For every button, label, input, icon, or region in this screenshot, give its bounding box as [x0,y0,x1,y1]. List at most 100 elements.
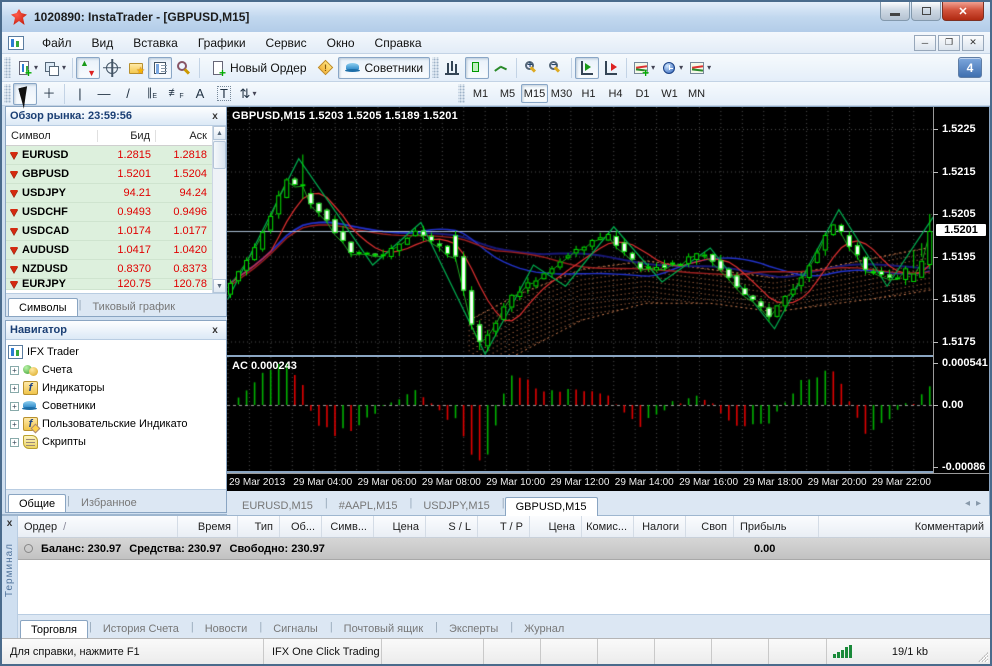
terminal-close-icon[interactable]: x [7,518,13,529]
tree-item-indicators[interactable]: + Индикаторы [8,379,224,397]
expand-icon[interactable]: + [10,365,19,375]
timeframe-button-m15[interactable]: M15 [521,84,548,103]
terminal-column-2[interactable]: Тип [238,516,280,537]
new-chart-button[interactable]: + ▾ [13,57,41,79]
new-order-button[interactable]: + Новый Ордер [203,57,313,79]
navigator-tab-общие[interactable]: Общие [8,494,67,512]
expand-icon[interactable]: + [10,419,19,429]
menu-item-сервис[interactable]: Сервис [256,34,317,52]
balance-row[interactable]: Баланс: 230.97 Средства: 230.97 Свободно: … [18,538,990,560]
price-chart-canvas[interactable] [227,107,933,355]
menu-item-окно[interactable]: Окно [317,34,365,52]
mailbox-notification-button[interactable]: 4 [958,57,982,78]
chart-tab-#aapl-m15[interactable]: #AAPL,M15 [328,496,409,515]
terminal-column-7[interactable]: T / P [478,516,530,537]
terminal-tab-история-счета[interactable]: История Счета [92,619,190,638]
timeframe-button-w1[interactable]: W1 [656,84,683,103]
scroll-right-icon[interactable]: ▸ [976,498,981,509]
timeframe-button-h1[interactable]: H1 [575,84,602,103]
terminal-column-12[interactable]: Прибыль [734,516,819,537]
navigator-toggle-button[interactable] [124,57,148,79]
terminal-column-9[interactable]: Комис... [582,516,634,537]
market-watch-close-icon[interactable]: x [208,111,222,122]
chart-shift-button[interactable] [599,57,623,79]
chart-window-icon[interactable] [8,35,24,50]
expand-icon[interactable]: + [10,437,19,447]
market-watch-row[interactable]: EURUSD 1.2815 1.2818 [6,146,212,165]
market-watch-scrollbar[interactable]: ▲ ▼ [212,126,226,293]
terminal-tab-журнал[interactable]: Журнал [513,619,575,638]
toolbar-grip[interactable] [4,84,11,103]
indicators-button[interactable]: + ▾ [630,57,658,79]
market-watch-toggle-button[interactable] [76,56,101,79]
menu-item-вид[interactable]: Вид [82,34,124,52]
tree-item-scripts[interactable]: + Скрипты [8,433,224,451]
market-watch-row[interactable]: GBPUSD 1.5201 1.5204 [6,165,212,184]
minimize-button[interactable] [880,2,910,21]
market-watch-row[interactable]: USDCHF 0.9493 0.9496 [6,203,212,222]
profiles-button[interactable]: ▾ [41,57,69,79]
navigator-tab-избранное[interactable]: Избранное [70,493,148,512]
tree-item-accounts[interactable]: + Счета [8,361,224,379]
market-watch-row[interactable]: USDCAD 1.0174 1.0177 [6,222,212,241]
toolbar-grip[interactable] [458,84,465,103]
chart-tab-gbpusd-m15[interactable]: GBPUSD,M15 [504,497,598,516]
mdi-restore-button[interactable]: ❐ [938,34,960,51]
arrows-tool-button[interactable]: ⇅ ▾ [236,83,260,105]
market-watch-tab-тиковый-график[interactable]: Тиковый график [81,297,186,316]
menu-item-графики[interactable]: Графики [188,34,256,52]
metaeditor-button[interactable] [314,57,338,79]
terminal-tab-сигналы[interactable]: Сигналы [262,619,329,638]
tree-item-advisors[interactable]: + Советники [8,397,224,415]
terminal-column-1[interactable]: Время [178,516,238,537]
tree-root[interactable]: IFX Trader [8,343,224,361]
scroll-down-icon[interactable]: ▼ [213,279,226,293]
zoom-in-button[interactable] [520,57,544,79]
line-chart-mode-button[interactable] [489,57,513,79]
menu-item-файл[interactable]: Файл [32,34,82,52]
mdi-minimize-button[interactable]: ─ [914,34,936,51]
terminal-toggle-button[interactable] [148,56,173,79]
scroll-left-icon[interactable]: ◂ [965,498,970,509]
one-click-trading-cell[interactable]: IFX One Click Trading [264,639,382,664]
resize-grip[interactable] [974,639,990,664]
terminal-column-4[interactable]: Симв... [322,516,374,537]
trendline-tool-button[interactable]: / [116,83,140,105]
toolbar-grip[interactable] [432,56,440,79]
scroll-up-icon[interactable]: ▲ [213,126,226,140]
text-tool-button[interactable]: A [188,83,212,105]
timeframe-button-mn[interactable]: MN [683,84,710,103]
market-watch-row[interactable]: NZDUSD 0.8370 0.8373 [6,260,212,279]
vertical-line-tool-button[interactable]: | [68,83,92,105]
expand-icon[interactable]: + [10,401,19,411]
crosshair-tool-button[interactable]: ＋ [37,83,61,105]
maximize-button[interactable] [911,2,941,21]
channel-tool-button[interactable]: ∥E [140,83,164,105]
horizontal-line-tool-button[interactable]: — [92,83,116,105]
terminal-column-6[interactable]: S / L [426,516,478,537]
data-window-button[interactable] [100,57,124,79]
terminal-column-0[interactable]: Ордер / [18,516,178,537]
ac-indicator-canvas[interactable] [227,357,933,471]
auto-scroll-button[interactable] [575,56,600,79]
mdi-close-button[interactable]: ✕ [962,34,984,51]
terminal-tab-эксперты[interactable]: Эксперты [438,619,509,638]
terminal-column-8[interactable]: Цена [530,516,582,537]
expert-advisors-button[interactable]: Советники [337,56,431,79]
terminal-column-3[interactable]: Об... [280,516,322,537]
market-watch-row[interactable]: USDJPY 94.21 94.24 [6,184,212,203]
chart-tab-usdjpy-m15[interactable]: USDJPY,M15 [412,496,500,515]
text-label-tool-button[interactable]: T [212,83,236,105]
timeframe-button-h4[interactable]: H4 [602,84,629,103]
chart-tab-eurusd-m15[interactable]: EURUSD,M15 [231,496,324,515]
terminal-column-10[interactable]: Налоги [634,516,686,537]
timeframe-button-d1[interactable]: D1 [629,84,656,103]
fibonacci-tool-button[interactable]: ≢F [164,83,188,105]
menu-item-вставка[interactable]: Вставка [123,34,188,52]
terminal-tab-почтовый-ящик[interactable]: Почтовый ящик [333,619,434,638]
bar-chart-mode-button[interactable] [441,57,465,79]
cursor-tool-button[interactable] [13,82,37,109]
menu-item-справка[interactable]: Справка [365,34,432,52]
toolbar-grip[interactable] [4,56,11,79]
market-watch-row[interactable]: EURJPY 120.75 120.78 [6,279,212,290]
